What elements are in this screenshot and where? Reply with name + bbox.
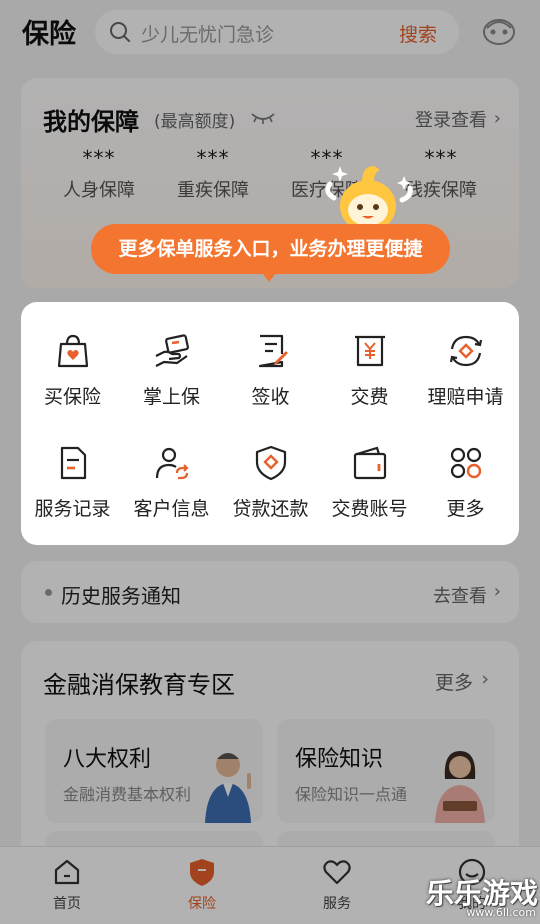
service-payment-account[interactable]: 交费账号 bbox=[320, 444, 419, 521]
service-more[interactable]: 更多 bbox=[416, 444, 515, 521]
site-watermark: 乐乐游戏 www.6ll.com bbox=[420, 872, 540, 924]
hand-card-icon bbox=[155, 334, 189, 367]
service-grid: 买保险 掌上保 签收 交费 理赔申请 服务记录 客户信息 贷款还款 交费账号 更… bbox=[21, 302, 519, 545]
service-label: 理赔申请 bbox=[427, 386, 504, 408]
shield-diamond-icon bbox=[255, 445, 286, 481]
service-label: 掌上保 bbox=[142, 386, 200, 408]
watermark-url: www.6ll.com bbox=[466, 906, 536, 919]
more-grid-icon bbox=[450, 447, 481, 479]
user-sync-icon bbox=[155, 447, 188, 480]
service-buy-insurance[interactable]: 买保险 bbox=[23, 332, 122, 409]
yuan-receipt-icon bbox=[354, 335, 385, 367]
refresh-claim-icon bbox=[449, 335, 482, 367]
document-sign-icon bbox=[258, 334, 287, 368]
service-palm-insurance[interactable]: 掌上保 bbox=[122, 332, 221, 409]
wallet-icon bbox=[353, 446, 386, 480]
service-label: 客户信息 bbox=[133, 498, 210, 520]
service-records[interactable]: 服务记录 bbox=[23, 444, 122, 521]
service-sign-receipt[interactable]: 签收 bbox=[221, 332, 320, 409]
service-payment[interactable]: 交费 bbox=[320, 332, 419, 409]
tooltip-pointer bbox=[260, 270, 278, 282]
shopping-bag-heart-icon bbox=[57, 334, 88, 368]
guide-tooltip: 更多保单服务入口，业务办理更便捷 bbox=[91, 224, 450, 274]
service-label: 签收 bbox=[251, 386, 290, 408]
service-label: 服务记录 bbox=[34, 498, 111, 520]
service-label: 交费 bbox=[350, 386, 389, 408]
record-doc-icon bbox=[60, 446, 86, 480]
service-customer-info[interactable]: 客户信息 bbox=[122, 444, 221, 521]
service-label: 贷款还款 bbox=[232, 498, 309, 520]
service-label: 买保险 bbox=[43, 386, 101, 408]
service-label: 更多 bbox=[446, 498, 485, 520]
service-label: 交费账号 bbox=[331, 498, 408, 520]
service-loan-repayment[interactable]: 贷款还款 bbox=[221, 444, 320, 521]
service-claim[interactable]: 理赔申请 bbox=[416, 332, 515, 409]
